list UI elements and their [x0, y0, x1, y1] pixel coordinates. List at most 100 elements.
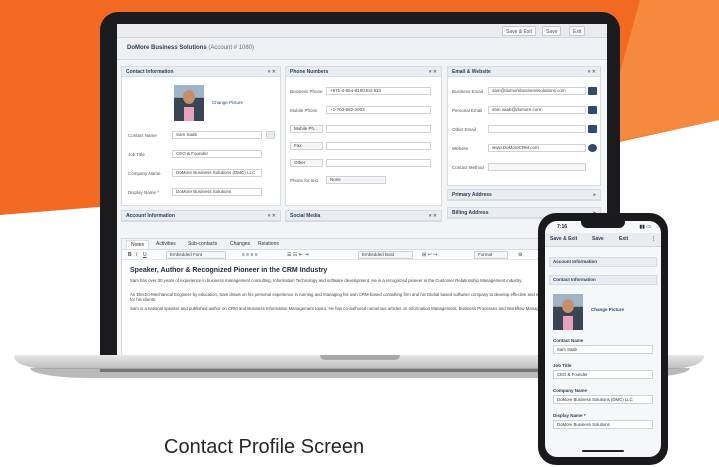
tab-bar: Notes Activities Sub-contacts Changes Re… [122, 239, 602, 250]
underline-icon[interactable]: U [143, 252, 147, 258]
mobile-toolbar: Save & Exit Save Exit ⋮ [545, 233, 661, 247]
other-phone-field[interactable] [326, 159, 431, 167]
phone-type-select-mobile[interactable]: Mobile Ph... [290, 125, 323, 133]
job-title-label: Job Title [128, 152, 145, 157]
panel-title: Primary Address [452, 192, 492, 198]
editor-toolbar: B I U Embedded Font ≡ ≡ ≡ ≡ ☰ ☷ ⇤ ⇥ Embe… [122, 250, 602, 260]
tab-changes[interactable]: Changes [230, 241, 250, 247]
display-name-field[interactable]: DoMore Business Solutions [172, 188, 262, 196]
phone-type-select-other[interactable]: Other [290, 159, 323, 167]
mobile-change-picture-link[interactable]: Change Picture [591, 307, 624, 312]
business-email-field[interactable]: sam@domorebusinesssolutions.com [488, 87, 586, 95]
align-icons[interactable]: ≡ ≡ ≡ ≡ [242, 252, 258, 258]
contact-method-select[interactable] [488, 163, 586, 171]
mobile-contact-information[interactable]: Contact Information [549, 275, 657, 285]
fax-field[interactable] [326, 142, 431, 150]
edit-icon[interactable] [266, 131, 275, 139]
account-name: DoMore Business Solutions [127, 45, 207, 51]
mobile-contact-name-label: Contact Name [553, 338, 584, 343]
exit-button[interactable]: Exit [569, 26, 586, 36]
mobile-display-name-label: Display Name * [553, 413, 586, 418]
panel-controls[interactable]: ▾ ✕ [588, 67, 596, 77]
settings-icon[interactable]: ⚙ [518, 252, 522, 258]
mobile-company-name-field[interactable]: DoMore Business Solutions (DMC) LLC [553, 395, 653, 404]
save-exit-button[interactable]: Save & Exit [502, 26, 536, 36]
website-field[interactable]: www.DoMoreCRM.com [488, 144, 586, 152]
email-icon[interactable] [588, 125, 597, 133]
mobile-contact-photo [553, 294, 583, 330]
panel-controls[interactable]: ▾ ✕ [268, 67, 276, 77]
company-name-label: Company Name [128, 171, 161, 176]
contact-information-panel: Contact Information ▾ ✕ Change Picture Co… [121, 66, 281, 206]
phone-for-text-select[interactable]: None [326, 176, 386, 184]
exit-button[interactable]: Exit [619, 236, 628, 242]
style-select[interactable]: Embedded Bold [358, 251, 413, 259]
display-name-label: Display Name * [128, 190, 160, 195]
globe-icon[interactable] [588, 144, 597, 152]
panel-controls[interactable]: ▾ ✕ [268, 211, 276, 221]
other-email-field[interactable] [488, 125, 586, 133]
email-icon[interactable] [588, 106, 597, 114]
mobile-job-title-field[interactable]: CEO & Founder [553, 370, 653, 379]
business-phone-label: Business Phone [290, 89, 323, 94]
save-button[interactable]: Save [592, 236, 604, 242]
tab-relations[interactable]: Relations [258, 241, 279, 247]
contact-method-label: Contact Method [452, 165, 484, 170]
phone-notch [581, 221, 625, 228]
record-title: DoMore Business Solutions (Account # 108… [127, 45, 254, 51]
company-name-field[interactable]: DoMore Business Solutions (DMC) LLC [172, 169, 262, 177]
contact-name-field[interactable]: Sam Saab [172, 131, 262, 139]
mobile-job-title-label: Job Title [553, 363, 572, 368]
mobile-phone-field[interactable]: +1-703-682-2003 [326, 106, 431, 114]
record-title-bar: DoMore Business Solutions (Account # 108… [117, 38, 607, 60]
tab-activities[interactable]: Activities [156, 241, 176, 247]
home-indicator [582, 450, 624, 452]
crm-screen: Save & Exit Save Exit DoMore Business So… [117, 24, 607, 358]
panel-title: Account Information [126, 213, 175, 219]
mobile-account-information[interactable]: Account Information [549, 257, 657, 267]
email-website-panel: Email & Website ▾ ✕ Business Email sam@do… [447, 66, 601, 186]
mobile-phone-label: Mobile Phone [290, 108, 318, 113]
personal-email-label: Personal Email [452, 108, 483, 113]
contact-photo [174, 85, 204, 121]
format-select[interactable]: Format [474, 251, 508, 259]
notes-paragraph: Sam is a national speaker and published … [130, 306, 552, 311]
tab-sub-contacts[interactable]: Sub-contacts [188, 241, 217, 247]
phone-type-select-fax[interactable]: Fax [290, 142, 323, 150]
bold-icon[interactable]: B [128, 252, 132, 258]
email-icon[interactable] [588, 87, 597, 95]
panel-controls[interactable]: ▾ ✕ [429, 211, 437, 221]
panel-title: Social Media [290, 213, 321, 219]
change-picture-link[interactable]: Change Picture [212, 100, 243, 105]
save-button[interactable]: Save [542, 26, 562, 36]
other-email-label: Other Email [452, 127, 476, 132]
panel-controls[interactable]: ▸ [593, 190, 596, 200]
mobile-extra-field[interactable] [326, 125, 431, 133]
panel-title: Phone Numbers [290, 69, 329, 75]
page-caption: Contact Profile Screen [164, 436, 365, 458]
more-icon[interactable]: ⋮ [651, 236, 656, 242]
mobile-screen: 7:16 ▮▮ ▭ Save & Exit Save Exit ⋮ Accoun… [545, 221, 661, 457]
phone-numbers-panel: Phone Numbers ▾ ✕ Business Phone +971-4-5… [285, 66, 442, 206]
laptop-notch [320, 355, 400, 360]
account-information-panel[interactable]: Account Information ▾ ✕ [121, 210, 281, 222]
battery-icon: ▮▮ ▭ [639, 224, 651, 230]
tab-notes[interactable]: Notes [126, 240, 150, 249]
mobile-display-name-field[interactable]: DoMore Business Solutions [553, 420, 653, 429]
job-title-field[interactable]: CEO & Founder [172, 150, 262, 158]
font-select[interactable]: Embedded Font [166, 251, 226, 259]
list-icons[interactable]: ☰ ☷ ⇤ ⇥ [287, 252, 309, 258]
notes-paragraph: An Electro-Mechanical Engineer by educat… [130, 292, 590, 303]
save-exit-button[interactable]: Save & Exit [550, 236, 577, 242]
personal-email-field[interactable]: sam.saab@domore.com [488, 106, 586, 114]
mobile-contact-name-field[interactable]: Sam Saab [553, 345, 653, 354]
business-phone-field[interactable]: +971-4-554-8180 Ext 510 [326, 87, 431, 95]
panel-controls[interactable]: ▾ ✕ [429, 67, 437, 77]
website-label: Website [452, 146, 469, 151]
notes-editor: Notes Activities Sub-contacts Changes Re… [121, 238, 603, 358]
notes-heading: Speaker, Author & Recognized Pioneer in … [130, 267, 328, 274]
primary-address-panel[interactable]: Primary Address ▸ [447, 189, 601, 201]
italic-icon[interactable]: I [136, 252, 137, 258]
social-media-panel[interactable]: Social Media ▾ ✕ [285, 210, 442, 222]
table-icon[interactable]: ⊞ ↩ ↪ [422, 252, 437, 258]
